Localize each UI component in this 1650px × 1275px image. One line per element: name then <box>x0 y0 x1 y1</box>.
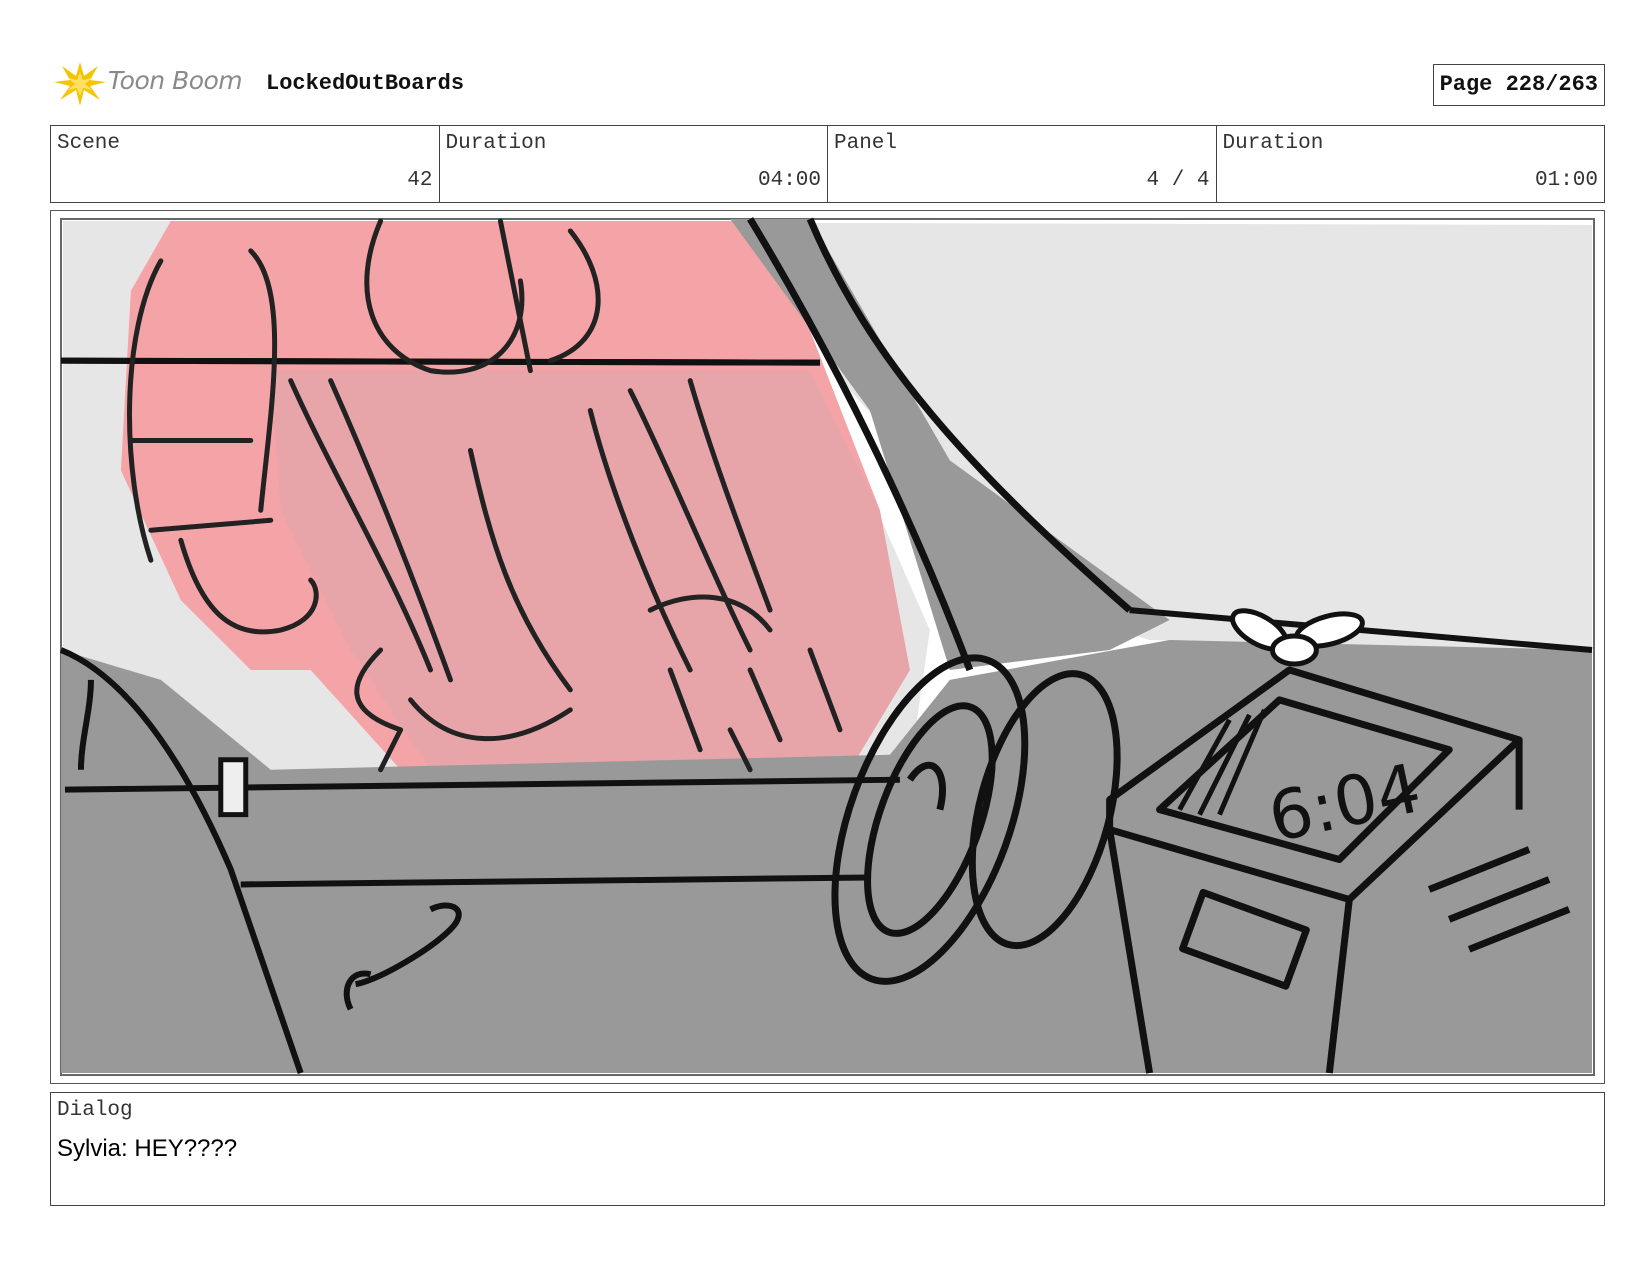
panel-label: Panel <box>834 132 898 155</box>
panel-value: 4 / 4 <box>1146 169 1210 192</box>
scene-duration-value: 04:00 <box>757 169 821 192</box>
scene-cell: Scene 42 <box>51 126 440 202</box>
panel-cell: Panel 4 / 4 <box>828 126 1217 202</box>
storyboard-sketch: 6:04 <box>59 217 1596 1077</box>
scene-duration-cell: Duration 04:00 <box>440 126 828 202</box>
scene-label: Scene <box>57 132 121 155</box>
panel-duration-value: 01:00 <box>1534 169 1598 192</box>
panel-duration-cell: Duration 01:00 <box>1217 126 1605 202</box>
toon-boom-logo: Toon Boom <box>50 58 250 108</box>
dialog-box: Dialog Sylvia: HEY???? <box>50 1092 1605 1206</box>
project-title: LockedOutBoards <box>266 71 465 96</box>
page-indicator: Page 228/263 <box>1432 64 1605 106</box>
scene-value: 42 <box>407 169 433 192</box>
dialog-text: Sylvia: HEY???? <box>57 1135 238 1162</box>
header: Toon Boom LockedOutBoards Page 228/263 <box>50 58 1605 108</box>
storyboard-panel: 6:04 <box>50 210 1605 1084</box>
logo-text: Toon Boom <box>108 66 243 95</box>
panel-duration-label: Duration <box>1222 132 1324 155</box>
starburst-icon <box>54 62 106 106</box>
dialog-label: Dialog <box>57 1099 133 1122</box>
info-row: Scene 42 Duration 04:00 Panel 4 / 4 Dura… <box>50 125 1605 203</box>
scene-duration-label: Duration <box>445 132 547 155</box>
